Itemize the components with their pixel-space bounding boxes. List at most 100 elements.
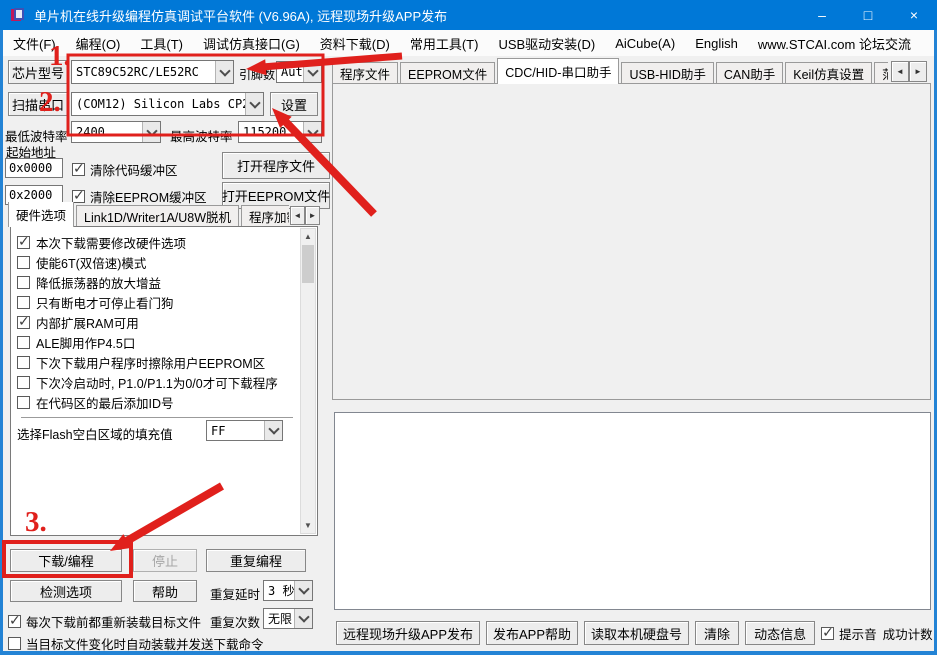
option-checkbox[interactable] [17,336,30,349]
right-tabs-scroll-right-icon[interactable]: ► [909,61,927,82]
left-tabs-scroll-left-icon[interactable]: ◄ [290,206,305,225]
reload-target-row: 每次下载前都重新装载目标文件 [8,612,201,631]
tab-can-assistant[interactable]: CAN助手 [716,62,783,84]
max-baud-label: 最高波特率 [170,126,233,145]
read-disk-id-button[interactable]: 读取本机硬盘号 [584,621,689,645]
dropdown-button[interactable] [264,421,282,440]
dropdown-button[interactable] [294,609,312,628]
stop-button[interactable]: 停止 [133,549,197,572]
menu-english[interactable]: English [685,30,748,56]
dropdown-button[interactable] [245,93,263,115]
repeat-delay-select[interactable]: 3 秒 [263,580,313,601]
dropdown-button[interactable] [215,61,233,83]
option-checkbox[interactable] [17,356,30,369]
tab-offline-download[interactable]: Link1D/Writer1A/U8W脱机 [76,205,239,227]
menu-program[interactable]: 编程(O) [66,30,131,56]
open-program-file-button[interactable]: 打开程序文件 [222,152,330,179]
maximize-button[interactable]: □ [845,0,891,30]
annotation-step-1: 1. [49,40,71,73]
app-help-button[interactable]: 发布APP帮助 [486,621,578,645]
flash-fill-select[interactable]: FF [206,420,283,441]
dynamic-info-button[interactable]: 动态信息 [745,621,815,645]
option-checkbox[interactable] [17,376,30,389]
scroll-down-icon[interactable]: ▼ [301,518,315,533]
code-address-input[interactable]: 0x0000 [5,158,63,178]
clear-log-button[interactable]: 清除 [695,621,739,645]
option-checkbox[interactable] [17,276,30,289]
left-tabs-scroll-right-icon[interactable]: ► [305,206,320,225]
chevron-down-icon [268,423,279,434]
flash-fill-label: 选择Flash空白区域的填充值 [17,424,173,443]
help-button[interactable]: 帮助 [133,580,197,602]
success-count-label: 成功计数 [883,624,933,643]
option-row[interactable]: 下次冷启动时, P1.0/P1.1为0/0才可下载程序 [17,373,278,392]
repeat-program-button[interactable]: 重复编程 [206,549,306,572]
repeat-count-label: 重复次数 [210,612,260,631]
option-row[interactable]: 本次下载需要修改硬件选项 [17,233,186,252]
menu-tools[interactable]: 工具(T) [130,30,193,56]
pin-count-label: 引脚数 [239,66,275,83]
option-checkbox[interactable] [17,316,30,329]
option-row[interactable]: 在代码区的最后添加ID号 [17,393,174,412]
com-port-select[interactable]: (COM12) Silicon Labs CP210x U [71,92,264,116]
tab-keil-simulation[interactable]: Keil仿真设置 [785,62,872,84]
repeat-count-select[interactable]: 无限 [263,608,313,629]
tab-example-programs[interactable]: 范例程序 [874,62,888,84]
options-scrollbar[interactable]: ▲ ▼ [300,228,316,534]
reload-target-label: 每次下载前都重新装载目标文件 [26,612,201,631]
option-row[interactable]: 只有断电才可停止看门狗 [17,293,174,312]
check-options-button[interactable]: 检测选项 [10,580,122,602]
tab-eeprom-file[interactable]: EEPROM文件 [400,62,495,84]
option-checkbox[interactable] [17,256,30,269]
dropdown-button[interactable] [303,122,321,142]
clear-code-checkbox[interactable] [72,163,85,176]
scroll-up-icon[interactable]: ▲ [301,229,315,244]
min-baud-select[interactable]: 2400 [71,121,161,143]
tab-hardware-options[interactable]: 硬件选项 [8,202,74,227]
menu-forum[interactable]: www.STCAI.com 论坛交流 [748,30,921,56]
dropdown-button[interactable] [303,62,321,82]
beep-label: 提示音 [839,624,877,643]
chevron-down-icon [307,65,318,76]
chip-model-select[interactable]: STC89C52RC/LE52RC [71,60,234,84]
menu-common-tools[interactable]: 常用工具(T) [400,30,489,56]
output-log[interactable] [334,412,931,610]
option-row[interactable]: 使能6T(双倍速)模式 [17,253,146,272]
menu-bar: 文件(F) 编程(O) 工具(T) 调试仿真接口(G) 资料下载(D) 常用工具… [3,30,934,56]
download-program-button[interactable]: 下载/编程 [10,549,122,572]
tab-cdc-hid-serial-assistant[interactable]: CDC/HID-串口助手 [497,58,619,84]
dropdown-button[interactable] [294,581,312,600]
tab-usb-hid-assistant[interactable]: USB-HID助手 [621,62,713,84]
close-button[interactable]: × [891,0,937,30]
tab-program-file[interactable]: 程序文件 [332,62,398,84]
menu-downloads[interactable]: 资料下载(D) [310,30,400,56]
minimize-button[interactable]: – [799,0,845,30]
beep-checkbox[interactable] [821,627,834,640]
dropdown-button[interactable] [142,122,160,142]
chevron-down-icon [146,125,157,136]
option-checkbox[interactable] [17,236,30,249]
tab-program-encrypt[interactable]: 程序加密后 [241,205,289,227]
menu-usb-driver[interactable]: USB驱动安装(D) [488,30,605,56]
menu-aicube[interactable]: AiCube(A) [605,30,685,56]
window-border-left [0,30,3,655]
pin-count-select[interactable]: Auto [276,61,322,83]
port-settings-button[interactable]: 设置 [270,92,318,116]
max-baud-select[interactable]: 115200 [238,121,322,143]
chevron-down-icon [249,97,260,108]
app-icon [10,7,26,23]
right-tabs-scroll-left-icon[interactable]: ◄ [891,61,909,82]
title-bar: 单片机在线升级编程仿真调试平台软件 (V6.96A), 远程现场升级APP发布 … [0,0,937,30]
window-title: 单片机在线升级编程仿真调试平台软件 (V6.96A), 远程现场升级APP发布 [34,6,447,25]
menu-debug-interface[interactable]: 调试仿真接口(G) [193,30,310,56]
option-row[interactable]: 内部扩展RAM可用 [17,313,139,332]
option-row[interactable]: 降低振荡器的放大增益 [17,273,161,292]
option-checkbox[interactable] [17,296,30,309]
remote-upgrade-button[interactable]: 远程现场升级APP发布 [336,621,480,645]
autoload-checkbox[interactable] [8,637,21,650]
option-row[interactable]: 下次下载用户程序时擦除用户EEPROM区 [17,353,265,372]
option-checkbox[interactable] [17,396,30,409]
reload-target-checkbox[interactable] [8,615,21,628]
scrollbar-thumb[interactable] [302,245,314,283]
option-row[interactable]: ALE脚用作P4.5口 [17,333,135,352]
